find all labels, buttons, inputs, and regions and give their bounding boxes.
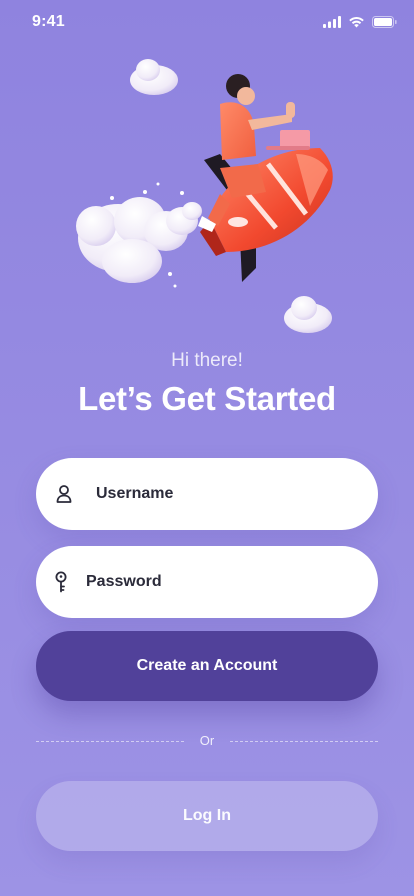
status-bar: 9:41: [0, 0, 414, 44]
greeting-text: Hi there!: [171, 350, 243, 371]
page-title: Let’s Get Started: [78, 380, 336, 417]
login-screen: 9:41 Hi there! Let’s Get Started Usernam…: [0, 0, 414, 896]
divider-line-right: [230, 741, 378, 742]
user-icon: [56, 485, 72, 503]
or-divider: Or: [36, 730, 378, 752]
key-icon: [54, 571, 68, 593]
password-input[interactable]: [36, 546, 378, 618]
username-input[interactable]: [36, 458, 378, 530]
password-field[interactable]: [36, 546, 378, 618]
battery-icon: [372, 15, 397, 33]
create-account-button[interactable]: Create an Account: [36, 631, 378, 701]
wifi-icon: [348, 15, 365, 33]
rocket-rider-illustration: [70, 56, 350, 346]
exhaust-cloud: [76, 182, 202, 288]
cellular-signal-icon: [323, 15, 341, 33]
username-field[interactable]: [36, 458, 378, 530]
status-time: 9:41: [32, 13, 65, 30]
status-icons: [323, 15, 397, 33]
login-button[interactable]: Log In: [36, 781, 378, 851]
small-cloud-top: [130, 59, 178, 95]
small-cloud-bottom: [284, 296, 332, 333]
